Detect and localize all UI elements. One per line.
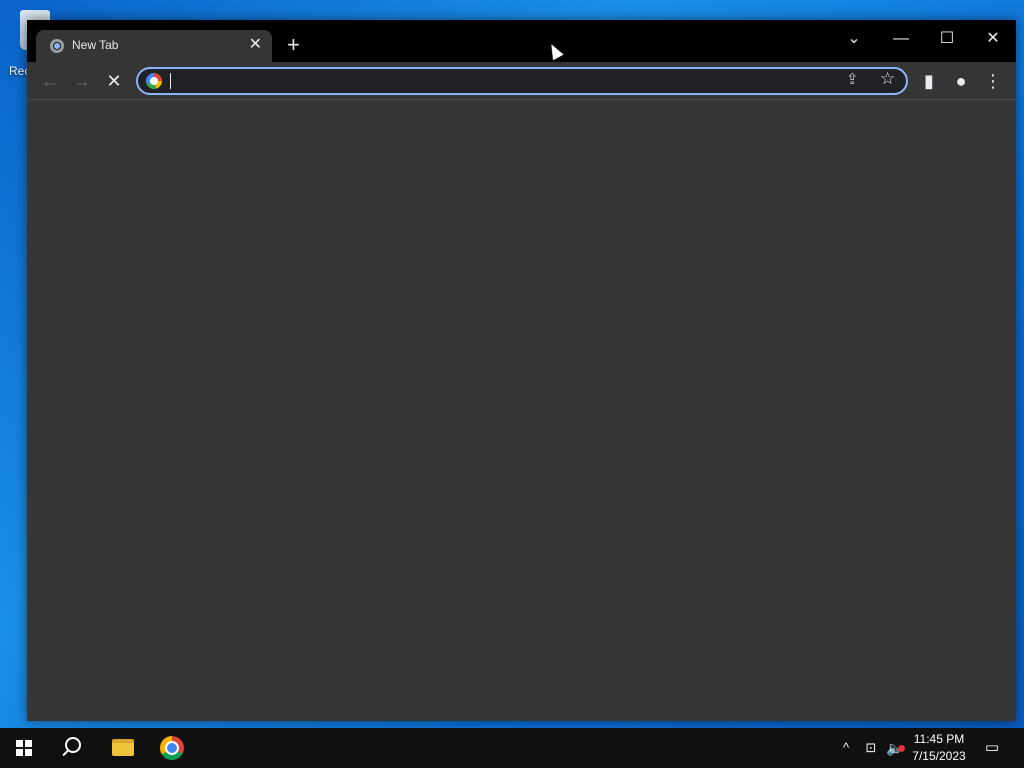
tab-strip: New Tab ✕ + ⌄ — ☐ ✕ [27, 20, 1016, 62]
mute-badge-icon [898, 745, 905, 752]
clock-date: 7/15/2023 [912, 749, 966, 763]
folder-icon [112, 739, 134, 756]
browser-toolbar: ← → ✕ ⇪ ☆ ▮ ● ⋮ [27, 62, 1016, 100]
show-hidden-icons-button[interactable]: ^ [836, 728, 856, 768]
side-panel-button[interactable]: ▮ [914, 66, 944, 96]
tab-search-button[interactable]: ⌄ [831, 24, 877, 54]
close-window-button[interactable]: ✕ [970, 24, 1016, 54]
tab-title: New Tab [72, 38, 119, 52]
share-icon[interactable]: ⇪ [846, 70, 859, 88]
volume-icon[interactable]: 🔈 [884, 728, 906, 768]
chrome-icon [160, 736, 184, 760]
stop-loading-button[interactable]: ✕ [99, 66, 129, 96]
clock-time: 11:45 PM [913, 732, 965, 746]
new-tab-button[interactable]: + [287, 34, 300, 56]
browser-window: New Tab ✕ + ⌄ — ☐ ✕ ← → ✕ ⇪ ☆ ▮ ● ⋮ [27, 20, 1016, 721]
file-explorer-button[interactable] [102, 728, 142, 768]
maximize-button[interactable]: ☐ [924, 24, 970, 54]
tab-close-button[interactable]: ✕ [249, 36, 262, 54]
address-bar[interactable]: ⇪ ☆ [136, 67, 908, 95]
search-icon-handle [62, 749, 69, 757]
network-icon[interactable]: ⊡ [860, 728, 882, 768]
minimize-button[interactable]: — [878, 24, 924, 54]
chrome-taskbar-button[interactable] [152, 728, 192, 768]
bookmark-star-icon[interactable]: ☆ [880, 69, 895, 89]
page-content-area[interactable] [27, 100, 1016, 721]
google-icon [146, 73, 162, 89]
system-clock[interactable]: 11:45 PM 7/15/2023 [905, 731, 973, 765]
taskbar: ^ ⊡ 🔈 11:45 PM 7/15/2023 ▭ [0, 728, 1024, 768]
windows-logo-icon [16, 740, 32, 756]
address-input[interactable] [170, 71, 830, 91]
forward-button[interactable]: → [67, 66, 97, 96]
tab-new-tab[interactable]: New Tab ✕ [36, 30, 272, 62]
chrome-newtab-icon [50, 39, 64, 53]
start-button[interactable] [4, 728, 44, 768]
notifications-button[interactable]: ▭ [978, 728, 1006, 768]
taskbar-search-button[interactable] [52, 728, 92, 768]
text-caret [170, 73, 171, 89]
profile-avatar-button[interactable]: ● [946, 66, 976, 96]
back-button[interactable]: ← [35, 66, 65, 96]
browser-menu-button[interactable]: ⋮ [978, 66, 1008, 96]
